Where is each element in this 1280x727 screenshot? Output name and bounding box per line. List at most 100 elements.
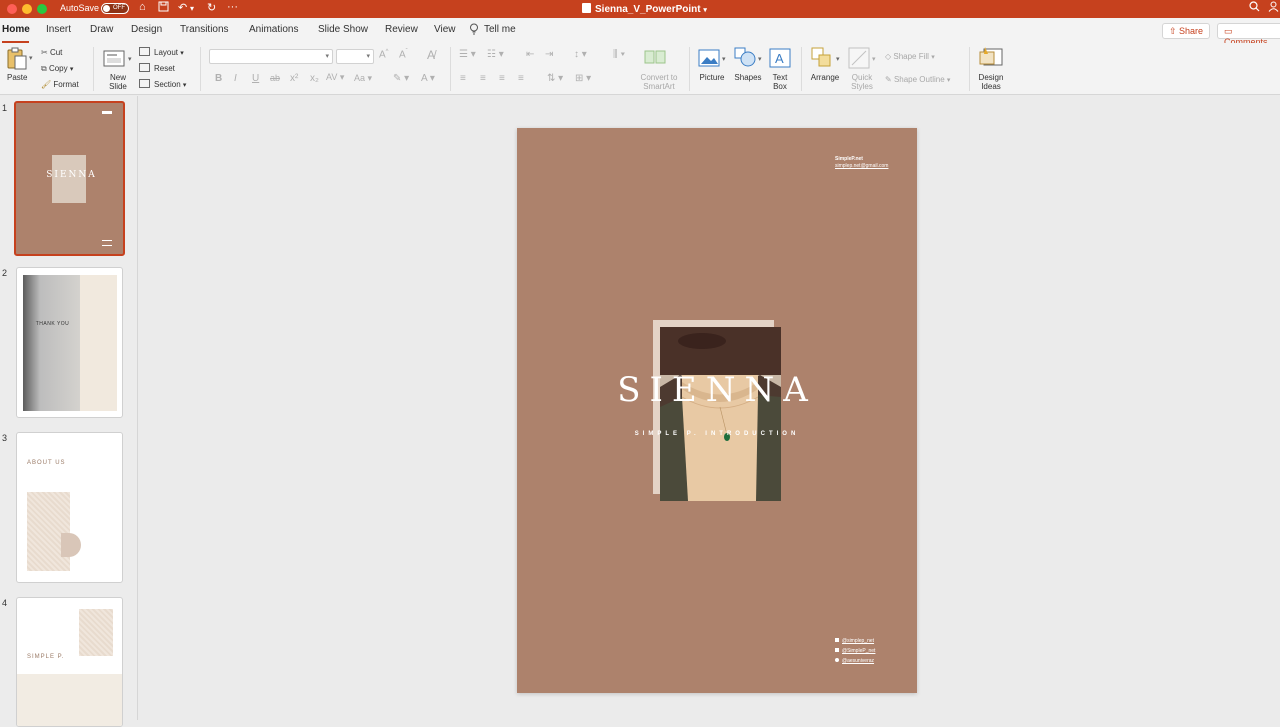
quick-styles-icon[interactable] — [848, 47, 870, 74]
font-color-icon[interactable]: A ▾ — [421, 73, 435, 84]
slide-canvas[interactable]: SimpleP.net simplep.net@gmail.com SIENNA… — [517, 128, 917, 693]
shape-fill-button[interactable]: ◇ Shape Fill ▾ — [885, 52, 935, 61]
new-slide-dropdown-icon[interactable]: ▾ — [128, 55, 132, 63]
text-direction-icon[interactable]: ⇅ ▾ — [547, 73, 563, 84]
layout-button[interactable]: Layout ▾ — [139, 47, 184, 57]
slide-thumbnail-2[interactable]: THANK YOU — [16, 267, 123, 418]
slide-title[interactable]: SIENNA — [617, 370, 817, 410]
paste-dropdown-icon[interactable]: ▾ — [29, 54, 33, 62]
tab-insert[interactable]: Insert — [46, 24, 71, 35]
picture-icon[interactable] — [698, 49, 720, 72]
tab-design[interactable]: Design — [131, 24, 162, 35]
bullets-icon[interactable]: ☰ ▾ — [459, 49, 476, 60]
change-case-icon[interactable]: Aa ▾ — [354, 73, 372, 84]
picture-dropdown-icon[interactable]: ▾ — [722, 55, 726, 63]
design-ideas-label[interactable]: Design Ideas — [976, 73, 1006, 91]
tab-home[interactable]: Home — [2, 24, 30, 35]
minimize-window-button[interactable] — [22, 4, 32, 14]
picture-label[interactable]: Picture — [697, 73, 727, 82]
title-dropdown-icon[interactable]: ▾ — [703, 7, 707, 14]
arrange-icon[interactable] — [811, 47, 833, 74]
arrange-label[interactable]: Arrange — [809, 73, 841, 82]
font-size-combo[interactable]: ▾ — [336, 49, 374, 64]
save-icon[interactable] — [158, 1, 169, 15]
search-icon[interactable] — [1249, 1, 1260, 15]
social-link[interactable]: @simplep_net — [835, 638, 874, 644]
comments-button[interactable]: ▭ Comments — [1217, 23, 1280, 47]
numbering-icon[interactable]: ☷ ▾ — [487, 49, 504, 60]
font-name-combo[interactable]: ▾ — [209, 49, 333, 64]
highlight-icon[interactable]: ✎ ▾ — [393, 73, 409, 84]
align-text-icon[interactable]: ⊞ ▾ — [575, 73, 591, 84]
redo-icon[interactable]: ↻ — [207, 1, 216, 14]
line-spacing-icon[interactable]: ↕ ▾ — [574, 49, 587, 60]
slide-email-text[interactable]: simplep.net@gmail.com — [835, 163, 888, 169]
slide-subtitle[interactable]: SIMPLE P. INTRODUCTION — [607, 431, 827, 437]
text-box-icon[interactable]: A — [769, 48, 791, 73]
convert-smartart-label[interactable]: Convert to SmartArt — [637, 73, 681, 91]
character-spacing-icon[interactable]: AV ▾ — [326, 72, 344, 83]
copy-dropdown-icon[interactable]: ▾ — [70, 66, 74, 73]
slide-photo[interactable] — [660, 327, 781, 501]
close-window-button[interactable] — [7, 4, 17, 14]
format-painter-button[interactable]: 🖌 Format — [41, 80, 79, 89]
cut-button[interactable]: ✂ Cut — [41, 48, 62, 57]
undo-icon[interactable]: ↶ — [178, 1, 187, 14]
text-box-label[interactable]: Text Box — [768, 73, 792, 91]
tab-review[interactable]: Review — [385, 24, 418, 35]
smartart-icon[interactable] — [644, 49, 666, 70]
chevron-down-icon: ▾ — [325, 53, 329, 60]
home-icon[interactable]: ⌂ — [139, 1, 146, 13]
justify-icon[interactable]: ≡ — [518, 73, 524, 84]
align-center-icon[interactable]: ≡ — [480, 73, 486, 84]
paste-icon[interactable] — [6, 47, 28, 76]
bold-icon[interactable]: B — [215, 73, 222, 84]
align-right-icon[interactable]: ≡ — [499, 73, 505, 84]
more-icon[interactable]: ··· — [227, 1, 238, 13]
quick-styles-label[interactable]: Quick Styles — [847, 73, 877, 91]
slide-thumbnail-1[interactable]: SIENNA — [14, 101, 125, 256]
increase-font-size-icon[interactable]: A^ — [379, 49, 389, 60]
slide-brand-text[interactable]: SimpleP.net — [835, 156, 863, 162]
arrange-dropdown-icon[interactable]: ▾ — [836, 55, 840, 63]
shapes-icon[interactable] — [734, 47, 756, 72]
paste-label[interactable]: Paste — [7, 73, 27, 82]
decrease-indent-icon[interactable]: ⇤ — [526, 49, 534, 60]
tab-draw[interactable]: Draw — [90, 24, 113, 35]
social-link[interactable]: @SimpleP_net — [835, 648, 875, 654]
zoom-window-button[interactable] — [37, 4, 47, 14]
tab-animations[interactable]: Animations — [249, 24, 298, 35]
shapes-dropdown-icon[interactable]: ▾ — [758, 55, 762, 63]
shape-outline-button[interactable]: ✎ Shape Outline ▾ — [885, 75, 950, 84]
design-ideas-icon[interactable] — [979, 46, 1003, 73]
clear-formatting-icon[interactable]: A̸ — [427, 48, 435, 62]
tab-tell-me[interactable]: Tell me — [484, 24, 516, 35]
tab-transitions[interactable]: Transitions — [180, 24, 229, 35]
increase-indent-icon[interactable]: ⇥ — [545, 49, 553, 60]
tab-view[interactable]: View — [434, 24, 456, 35]
columns-icon[interactable]: ⫼ ▾ — [613, 49, 625, 60]
reset-button[interactable]: Reset — [139, 63, 175, 73]
social-link[interactable]: @aesuniveraz — [835, 658, 874, 664]
shapes-label[interactable]: Shapes — [733, 73, 763, 82]
account-icon[interactable] — [1268, 1, 1279, 15]
copy-button[interactable]: ⧉ Copy ▾ — [41, 64, 73, 74]
tab-slide-show[interactable]: Slide Show — [318, 24, 368, 35]
strikethrough-icon[interactable]: ab — [270, 73, 280, 83]
quick-styles-dropdown-icon[interactable]: ▾ — [872, 55, 876, 63]
slide-thumbnail-4[interactable]: SIMPLE P. — [16, 597, 123, 727]
italic-icon[interactable]: I — [234, 73, 237, 84]
undo-dropdown-icon[interactable]: ▾ — [190, 4, 194, 13]
new-slide-icon[interactable] — [103, 48, 127, 73]
superscript-icon[interactable]: x² — [290, 73, 298, 84]
section-button[interactable]: Section ▾ — [139, 79, 186, 89]
align-left-icon[interactable]: ≡ — [460, 73, 466, 84]
slide-thumbnail-pane[interactable]: 1 SIENNA 2 THANK YOU 3 ABOUT US 4 SIMPLE… — [0, 96, 138, 727]
underline-icon[interactable]: U — [252, 73, 259, 84]
new-slide-label[interactable]: New Slide — [105, 73, 131, 91]
subscript-icon[interactable]: x₂ — [310, 73, 319, 84]
share-button[interactable]: ⇧ Share — [1162, 23, 1211, 39]
decrease-font-size-icon[interactable]: Aˇ — [399, 49, 408, 60]
autosave-toggle[interactable]: OFF — [101, 3, 129, 14]
slide-thumbnail-3[interactable]: ABOUT US — [16, 432, 123, 583]
